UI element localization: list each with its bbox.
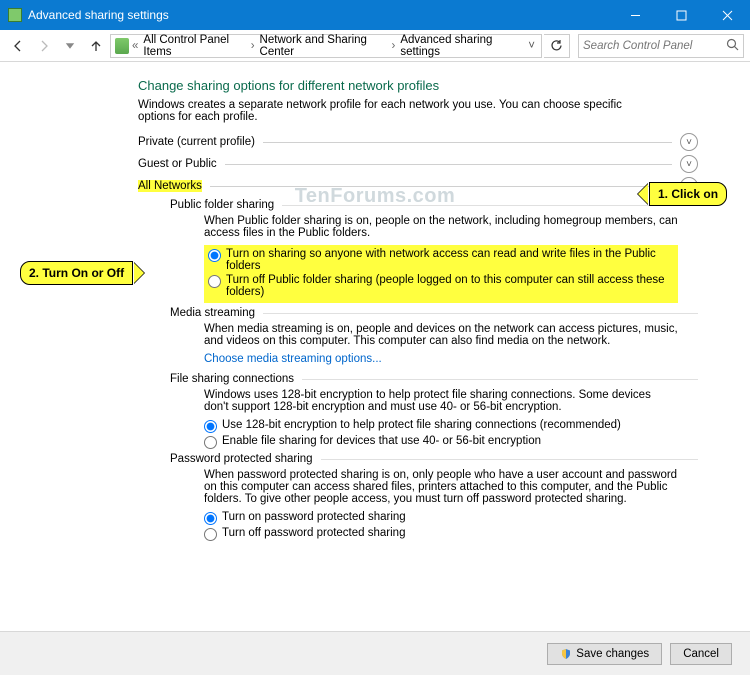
subsection-public-folder: Public folder sharing xyxy=(170,199,698,211)
radio-input[interactable] xyxy=(204,512,217,525)
navbar: « All Control Panel Items › Network and … xyxy=(0,30,750,62)
subsection-file-connections: File sharing connections xyxy=(170,373,698,385)
control-panel-icon xyxy=(8,8,22,22)
breadcrumb[interactable]: « All Control Panel Items › Network and … xyxy=(110,34,542,58)
subsection-desc: When media streaming is on, people and d… xyxy=(204,323,678,347)
subsection-desc: When password protected sharing is on, o… xyxy=(204,469,678,505)
chevron-down-icon[interactable]: ˅ xyxy=(680,155,698,173)
chevron-down-icon[interactable]: ˅ xyxy=(680,133,698,151)
back-button[interactable] xyxy=(6,34,30,58)
section-guest[interactable]: Guest or Public ˅ xyxy=(138,155,698,173)
history-dropdown[interactable]: ˅ xyxy=(522,40,541,52)
annotation-step1: 1. Click on xyxy=(649,182,727,206)
chevron-left-icon[interactable]: « xyxy=(131,40,139,52)
radio-public-on[interactable]: Turn on sharing so anyone with network a… xyxy=(208,248,674,272)
subsection-desc: Windows uses 128-bit encryption to help … xyxy=(204,389,678,413)
forward-button[interactable] xyxy=(32,34,56,58)
annotation-step2: 2. Turn On or Off xyxy=(20,261,133,285)
subsection-password: Password protected sharing xyxy=(170,453,698,465)
radio-input[interactable] xyxy=(208,249,221,262)
footer: Save changes Cancel xyxy=(0,631,750,675)
radio-input[interactable] xyxy=(204,528,217,541)
radio-public-off[interactable]: Turn off Public folder sharing (people l… xyxy=(208,274,674,298)
section-title: Private (current profile) xyxy=(138,136,255,148)
minimize-button[interactable] xyxy=(612,0,658,30)
breadcrumb-item[interactable]: Advanced sharing settings xyxy=(396,34,522,58)
encryption-radio-group: Use 128-bit encryption to help protect f… xyxy=(204,419,678,449)
up-button[interactable] xyxy=(84,34,108,58)
radio-input[interactable] xyxy=(204,420,217,433)
titlebar: Advanced sharing settings xyxy=(0,0,750,30)
search-box[interactable] xyxy=(578,34,744,58)
radio-password-on[interactable]: Turn on password protected sharing xyxy=(204,511,678,525)
search-icon[interactable] xyxy=(726,38,739,54)
cancel-button[interactable]: Cancel xyxy=(670,643,732,665)
section-private[interactable]: Private (current profile) ˅ xyxy=(138,133,698,151)
radio-128bit[interactable]: Use 128-bit encryption to help protect f… xyxy=(204,419,678,433)
public-folder-radio-group: Turn on sharing so anyone with network a… xyxy=(204,245,678,303)
radio-password-off[interactable]: Turn off password protected sharing xyxy=(204,527,678,541)
search-input[interactable] xyxy=(583,40,739,52)
password-radio-group: Turn on password protected sharing Turn … xyxy=(204,511,678,541)
window-title: Advanced sharing settings xyxy=(28,8,612,22)
refresh-button[interactable] xyxy=(544,34,570,58)
shield-icon xyxy=(560,648,572,660)
breadcrumb-item[interactable]: Network and Sharing Center xyxy=(256,34,391,58)
section-title: Guest or Public xyxy=(138,158,217,170)
page-description: Windows creates a separate network profi… xyxy=(138,99,658,123)
subsection-media: Media streaming xyxy=(170,307,698,319)
page-title: Change sharing options for different net… xyxy=(138,78,738,93)
section-all-networks[interactable]: All Networks ˄ xyxy=(138,177,698,195)
recent-dropdown[interactable] xyxy=(58,34,82,58)
close-button[interactable] xyxy=(704,0,750,30)
content-area: Change sharing options for different net… xyxy=(0,62,750,631)
breadcrumb-icon xyxy=(115,38,129,54)
breadcrumb-item[interactable]: All Control Panel Items xyxy=(139,34,249,58)
save-button[interactable]: Save changes xyxy=(547,643,662,665)
radio-input[interactable] xyxy=(208,275,221,288)
radio-40bit[interactable]: Enable file sharing for devices that use… xyxy=(204,435,678,449)
media-options-link[interactable]: Choose media streaming options... xyxy=(204,353,678,365)
subsection-desc: When Public folder sharing is on, people… xyxy=(204,215,678,239)
maximize-button[interactable] xyxy=(658,0,704,30)
radio-input[interactable] xyxy=(204,436,217,449)
section-title: All Networks xyxy=(138,180,202,192)
